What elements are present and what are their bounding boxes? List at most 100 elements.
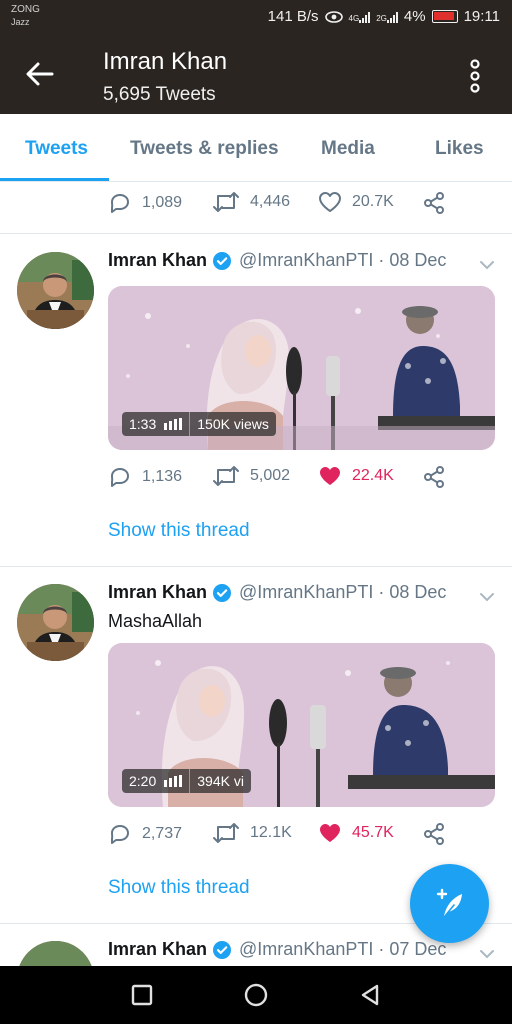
- battery-icon: [431, 10, 458, 23]
- verified-badge-icon: [213, 583, 232, 602]
- verified-badge-icon: [213, 940, 232, 959]
- profile-photo: [17, 252, 94, 329]
- like-count: 45.7K: [352, 824, 394, 841]
- video-player[interactable]: 1:33 150K views: [108, 286, 495, 450]
- status-bar: ZONG Jazz 141 B/s 4G 2G 4% 19:11: [0, 0, 512, 36]
- tweet-menu-button[interactable]: [478, 258, 496, 270]
- back-button[interactable]: [22, 58, 58, 90]
- retweet-icon: [213, 823, 239, 843]
- tweet-actions: 2,737 12.1K 45.7K: [108, 822, 468, 852]
- tab-media[interactable]: Media: [321, 138, 375, 160]
- chevron-down-icon: [480, 261, 494, 270]
- header-title: Imran Khan: [103, 48, 228, 75]
- verified-badge-icon: [213, 251, 232, 270]
- retweet-button[interactable]: 5,002: [212, 465, 290, 487]
- share-button[interactable]: [422, 822, 446, 846]
- carrier-label: ZONG Jazz: [11, 4, 40, 28]
- more-options-button[interactable]: [466, 58, 484, 94]
- like-button[interactable]: 20.7K: [318, 191, 394, 213]
- header-tweet-count: 5,695 Tweets: [103, 84, 216, 105]
- retweet-count: 12.1K: [250, 824, 292, 841]
- video-views: 394K vi: [189, 769, 251, 793]
- profile-tabs: Tweets Tweets & replies Media Likes: [0, 114, 512, 182]
- square-icon: [131, 984, 153, 1006]
- more-vertical-icon: [470, 59, 480, 93]
- carrier-name: ZONG: [11, 4, 40, 15]
- show-thread-link[interactable]: Show this thread: [108, 877, 250, 899]
- network-speed: 141 B/s: [267, 8, 319, 25]
- chevron-down-icon: [480, 950, 494, 959]
- reply-count: 1,136: [142, 468, 183, 485]
- reply-button[interactable]: 1,089: [108, 191, 182, 215]
- tweet-menu-button[interactable]: [478, 947, 496, 959]
- retweet-count: 5,002: [250, 467, 291, 484]
- tweet-menu-button[interactable]: [478, 590, 496, 602]
- speech-bubble-icon: [111, 194, 129, 213]
- volume-bars-icon: [164, 418, 183, 430]
- carrier-sub-name: Jazz: [11, 17, 30, 27]
- network-type-1: 4G: [348, 13, 360, 23]
- share-button[interactable]: [422, 191, 446, 215]
- home-button[interactable]: [244, 983, 268, 1007]
- share-button[interactable]: [422, 465, 446, 489]
- clock: 19:11: [463, 8, 500, 25]
- video-views: 150K views: [189, 412, 276, 436]
- like-button[interactable]: 22.4K: [318, 465, 394, 487]
- status-indicators: 141 B/s 4G 2G 4% 19:11: [268, 8, 500, 25]
- retweet-icon: [213, 466, 239, 486]
- author-name[interactable]: Imran Khan: [108, 939, 207, 960]
- avatar[interactable]: [17, 584, 94, 661]
- speech-bubble-icon: [111, 825, 129, 844]
- profile-photo: [17, 941, 94, 966]
- retweet-button[interactable]: 12.1K: [212, 822, 292, 844]
- tab-tweets[interactable]: Tweets: [25, 138, 88, 160]
- like-count: 20.7K: [352, 193, 394, 210]
- share-icon: [424, 823, 444, 845]
- circle-icon: [244, 983, 268, 1007]
- reply-count: 1,089: [142, 194, 183, 211]
- active-tab-indicator: [0, 178, 109, 181]
- video-duration: 1:33: [129, 416, 157, 432]
- like-count: 22.4K: [352, 467, 394, 484]
- signal-2g-icon: 2G: [376, 11, 398, 23]
- signal-4g-icon: 4G: [349, 11, 371, 23]
- retweet-icon: [213, 192, 239, 212]
- heart-icon: [320, 467, 340, 485]
- author-name[interactable]: Imran Khan: [108, 582, 207, 603]
- retweet-count: 4,446: [250, 193, 291, 210]
- arrow-left-icon: [26, 62, 54, 86]
- tweet-text: MashaAllah: [108, 611, 203, 631]
- video-player[interactable]: 2:20 394K vi: [108, 643, 495, 807]
- author-handle-date[interactable]: @ImranKhanPTI · 08 Dec: [239, 250, 446, 271]
- volume-bars-icon: [164, 775, 183, 787]
- system-nav-bar: [0, 966, 512, 1024]
- author-name[interactable]: Imran Khan: [108, 250, 207, 271]
- network-type-2: 2G: [376, 13, 387, 23]
- system-back-button[interactable]: [358, 983, 382, 1007]
- retweet-button[interactable]: 4,446: [212, 191, 290, 213]
- compose-tweet-button[interactable]: [410, 864, 489, 943]
- tweet-header: Imran Khan @ImranKhanPTI · 08 Dec: [108, 582, 446, 603]
- avatar[interactable]: [17, 252, 94, 329]
- tweet-actions: 1,089 4,446 20.7K: [108, 191, 468, 221]
- reply-button[interactable]: 1,136: [108, 465, 182, 489]
- author-handle-date[interactable]: @ImranKhanPTI · 07 Dec: [239, 939, 446, 960]
- profile-photo: [17, 584, 94, 661]
- feather-compose-icon: [436, 888, 462, 917]
- heart-icon: [319, 192, 341, 212]
- like-button[interactable]: 45.7K: [318, 822, 394, 844]
- tab-tweets-replies[interactable]: Tweets & replies: [130, 138, 279, 160]
- show-thread-link[interactable]: Show this thread: [108, 520, 250, 542]
- recent-apps-button[interactable]: [130, 983, 154, 1007]
- avatar[interactable]: [17, 941, 94, 966]
- tab-likes[interactable]: Likes: [435, 138, 484, 160]
- triangle-back-icon: [361, 984, 379, 1006]
- heart-icon: [320, 824, 340, 842]
- tweet-header: Imran Khan @ImranKhanPTI · 07 Dec: [108, 939, 446, 960]
- reply-button[interactable]: 2,737: [108, 822, 182, 846]
- battery-percent: 4%: [403, 8, 426, 25]
- video-info-badge: 1:33 150K views: [122, 412, 276, 436]
- author-handle-date[interactable]: @ImranKhanPTI · 08 Dec: [239, 582, 446, 603]
- tweet-item[interactable]: Imran Khan @ImranKhanPTI · 08 Dec 1:33 1…: [0, 234, 512, 566]
- tweet-header: Imran Khan @ImranKhanPTI · 08 Dec: [108, 250, 446, 271]
